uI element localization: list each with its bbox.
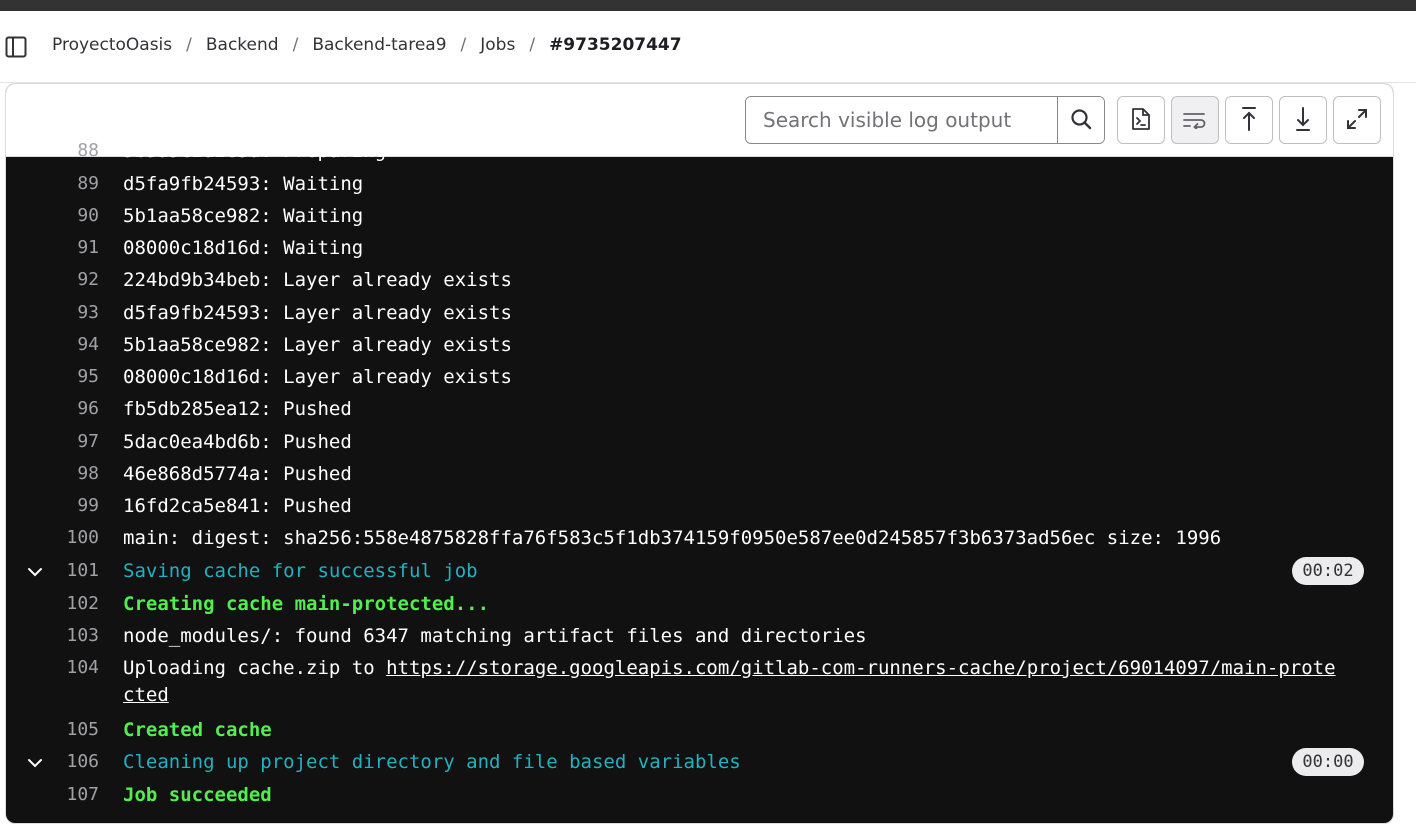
log-line: 93 d5fa9fb24593: Layer already exists [6,297,1393,329]
line-number[interactable]: 88 [6,135,99,167]
log-line: 107 Job succeeded [6,779,1393,811]
breadcrumb-repo[interactable]: Backend-tarea9 [312,35,446,55]
log-line: 104 Uploading cache.zip to https://stora… [6,652,1393,712]
line-text: main: digest: sha256:558e4875828ffa76f58… [123,527,1222,549]
log-line: 99 16fd2ca5e841: Pushed [6,490,1393,522]
line-text-wrapped: cted [123,681,169,709]
line-text: Job succeeded [123,784,272,806]
sidebar-toggle-icon[interactable] [5,36,27,58]
section-duration-badge: 00:02 [1292,557,1364,585]
cache-upload-link-continued[interactable]: cted [123,684,169,706]
line-number[interactable]: 106 [6,746,99,778]
line-number[interactable]: 103 [6,620,99,652]
log-line: 89 d5fa9fb24593: Waiting [6,168,1393,200]
breadcrumb-project[interactable]: ProyectoOasis [52,35,172,55]
window-top-bar [0,0,1416,11]
line-number[interactable]: 89 [6,168,99,200]
line-number[interactable]: 107 [6,779,99,811]
line-text: 5dac0ea4bd6b: Pushed [123,431,352,453]
log-line: 95 08000c18d16d: Layer already exists [6,361,1393,393]
section-title: Saving cache for successful job [123,560,478,582]
line-text: 5b1aa58ce982: Layer already exists [123,334,512,356]
wrap-lines-icon [1182,109,1208,132]
line-number[interactable]: 102 [6,588,99,620]
line-text: 08000c18d16d: Waiting [123,237,364,259]
line-number[interactable]: 98 [6,458,99,490]
scroll-top-icon [1239,106,1259,135]
log-line: 91 08000c18d16d: Waiting [6,232,1393,264]
line-number[interactable]: 99 [6,490,99,522]
breadcrumb: ProyectoOasis / Backend / Backend-tarea9… [52,35,682,55]
line-number[interactable]: 93 [6,297,99,329]
fullscreen-icon [1345,107,1369,134]
log-line: 102 Creating cache main-protected... [6,588,1393,620]
log-line: 92 224bd9b34beb: Layer already exists [6,264,1393,296]
line-text: 08000c18d16d: Layer already exists [123,366,512,388]
line-number[interactable]: 97 [6,426,99,458]
breadcrumb-separator: / [460,35,467,55]
line-text: 46e868d5774a: Pushed [123,463,352,485]
line-number[interactable]: 101 [6,555,99,587]
line-text: Uploading cache.zip to https://storage.g… [123,652,1336,684]
line-text: Created cache [123,719,272,741]
log-line: 100 main: digest: sha256:558e4875828ffa76… [6,522,1393,554]
line-text: Creating cache main-protected... [123,593,490,615]
log-line: 98 46e868d5774a: Pushed [6,458,1393,490]
log-line: 103 node_modules/: found 6347 matching ar… [6,620,1393,652]
line-number[interactable]: 95 [6,361,99,393]
log-line: 88 5b5a5c2a2e3d: Preparing [6,135,1393,167]
line-number[interactable]: 105 [6,714,99,746]
breadcrumb-group[interactable]: Backend [206,35,279,55]
line-text: d5fa9fb24593: Waiting [123,173,364,195]
cache-upload-link[interactable]: https://storage.googleapis.com/gitlab-co… [386,657,1335,679]
line-number[interactable]: 104 [6,652,99,684]
breadcrumb-bar: ProyectoOasis / Backend / Backend-tarea9… [0,11,1416,83]
line-number[interactable]: 91 [6,232,99,264]
log-line: 97 5dac0ea4bd6b: Pushed [6,426,1393,458]
breadcrumb-separator: / [186,35,192,55]
job-log-panel: 88 5b5a5c2a2e3d: Preparing 89 d5fa9fb2459… [5,83,1394,824]
breadcrumb-jobs[interactable]: Jobs [480,35,515,55]
breadcrumb-job-id: #9735207447 [549,35,682,55]
line-text: node_modules/: found 6347 matching artif… [123,625,867,647]
log-line: 96 fb5db285ea12: Pushed [6,393,1393,425]
search-icon [1070,108,1092,133]
line-text: 5b1aa58ce982: Waiting [123,205,364,227]
breadcrumb-separator: / [292,35,299,55]
log-line: 90 5b1aa58ce982: Waiting [6,200,1393,232]
log-output: 88 5b5a5c2a2e3d: Preparing 89 d5fa9fb2459… [6,140,1393,823]
line-number[interactable]: 90 [6,200,99,232]
scroll-bottom-icon [1293,106,1313,135]
raw-log-icon [1130,107,1152,134]
breadcrumb-separator: / [529,35,536,55]
line-text: d5fa9fb24593: Layer already exists [123,302,512,324]
log-section-header[interactable]: 101 Saving cache for successful job 00:0… [6,555,1393,587]
line-text-prefix: Uploading cache.zip to [123,657,387,679]
line-text: 5b5a5c2a2e3d: Preparing [123,140,387,162]
log-line: 94 5b1aa58ce982: Layer already exists [6,329,1393,361]
log-section-header[interactable]: 106 Cleaning up project directory and fi… [6,746,1393,778]
log-line: 105 Created cache [6,714,1393,746]
line-text: 224bd9b34beb: Layer already exists [123,269,512,291]
line-number[interactable]: 100 [6,522,99,554]
section-title: Cleaning up project directory and file b… [123,751,741,773]
section-duration-badge: 00:00 [1292,748,1364,776]
line-number[interactable]: 94 [6,329,99,361]
line-number[interactable]: 96 [6,393,99,425]
line-text: fb5db285ea12: Pushed [123,398,352,420]
line-number[interactable]: 92 [6,264,99,296]
line-text: 16fd2ca5e841: Pushed [123,495,352,517]
